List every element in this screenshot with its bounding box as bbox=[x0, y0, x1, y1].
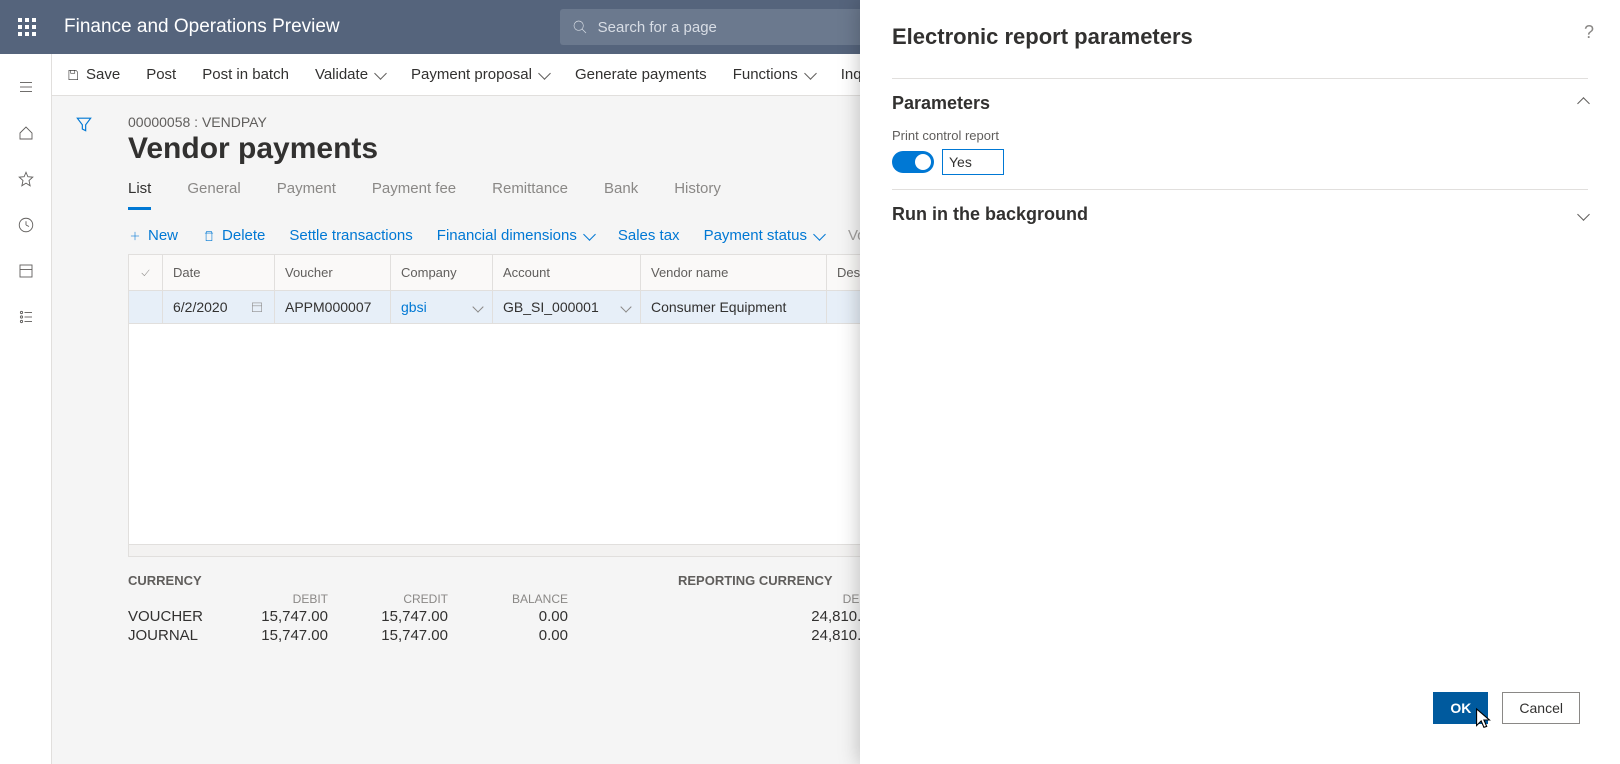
workspace-icon[interactable] bbox=[0, 248, 52, 294]
settle-button[interactable]: Settle transactions bbox=[289, 227, 412, 244]
select-all-checkbox[interactable] bbox=[129, 255, 163, 290]
chevron-down-icon bbox=[1577, 208, 1590, 221]
cell-account[interactable]: GB_SI_000001 bbox=[493, 291, 641, 323]
print-control-value[interactable] bbox=[942, 149, 1004, 175]
cancel-button[interactable]: Cancel bbox=[1502, 692, 1580, 724]
plus-icon bbox=[128, 229, 142, 243]
chevron-down-icon[interactable] bbox=[620, 301, 631, 312]
post-button[interactable]: Post bbox=[146, 66, 176, 83]
functions-button[interactable]: Functions bbox=[733, 66, 815, 83]
app-launcher-icon[interactable] bbox=[0, 0, 54, 54]
tab-history[interactable]: History bbox=[674, 180, 721, 210]
left-nav-rail bbox=[0, 54, 52, 764]
tab-list[interactable]: List bbox=[128, 180, 151, 210]
chevron-down-icon bbox=[374, 67, 387, 80]
calendar-icon[interactable] bbox=[250, 300, 264, 314]
cell-company[interactable]: gbsi bbox=[391, 291, 493, 323]
ok-button[interactable]: OK bbox=[1433, 692, 1488, 724]
app-title: Finance and Operations Preview bbox=[64, 16, 340, 38]
col-vendor-name[interactable]: Vendor name bbox=[641, 255, 827, 290]
generate-payments-button[interactable]: Generate payments bbox=[575, 66, 707, 83]
chevron-down-icon bbox=[583, 228, 596, 241]
dialog-panel: ? Electronic report parameters Parameter… bbox=[860, 0, 1620, 764]
home-icon[interactable] bbox=[0, 110, 52, 156]
col-voucher[interactable]: Voucher bbox=[275, 255, 391, 290]
menu-icon[interactable] bbox=[0, 64, 52, 110]
modules-icon[interactable] bbox=[0, 294, 52, 340]
dialog-title: Electronic report parameters bbox=[892, 24, 1588, 50]
section-run-background: Run in the background bbox=[892, 189, 1588, 239]
col-account[interactable]: Account bbox=[493, 255, 641, 290]
delete-button[interactable]: Delete bbox=[202, 227, 265, 244]
financial-dimensions-button[interactable]: Financial dimensions bbox=[437, 227, 594, 244]
payment-proposal-button[interactable]: Payment proposal bbox=[411, 66, 549, 83]
tab-remittance[interactable]: Remittance bbox=[492, 180, 568, 210]
tab-bank[interactable]: Bank bbox=[604, 180, 638, 210]
section-run-background-header[interactable]: Run in the background bbox=[892, 204, 1588, 225]
chevron-down-icon bbox=[804, 67, 817, 80]
filter-icon[interactable] bbox=[74, 114, 94, 137]
table-row[interactable]: 6/2/2020 APPM000007 gbsi GB_SI_000001 Co… bbox=[129, 291, 947, 324]
search-input[interactable]: Search for a page bbox=[560, 9, 880, 45]
chevron-up-icon bbox=[1577, 97, 1590, 110]
payment-status-button[interactable]: Payment status bbox=[704, 227, 824, 244]
tab-payment-fee[interactable]: Payment fee bbox=[372, 180, 456, 210]
chevron-down-icon bbox=[538, 67, 551, 80]
summary-row-journal: JOURNAL 15,747.00 15,747.00 0.00 bbox=[128, 627, 568, 644]
print-control-report-label: Print control report bbox=[892, 128, 1588, 143]
horizontal-scrollbar[interactable] bbox=[129, 544, 947, 556]
col-company[interactable]: Company bbox=[391, 255, 493, 290]
tab-payment[interactable]: Payment bbox=[277, 180, 336, 210]
save-icon bbox=[66, 68, 80, 82]
chevron-down-icon bbox=[813, 228, 826, 241]
chevron-down-icon[interactable] bbox=[472, 301, 483, 312]
summary-row-voucher: VOUCHER 15,747.00 15,747.00 0.00 bbox=[128, 608, 568, 625]
payments-grid: Date Voucher Company Account Vendor name… bbox=[128, 254, 948, 557]
post-batch-button[interactable]: Post in batch bbox=[202, 66, 289, 83]
cell-vendor-name[interactable]: Consumer Equipment bbox=[641, 291, 827, 323]
star-icon[interactable] bbox=[0, 156, 52, 202]
cell-voucher[interactable]: APPM000007 bbox=[275, 291, 391, 323]
col-date[interactable]: Date bbox=[163, 255, 275, 290]
recent-icon[interactable] bbox=[0, 202, 52, 248]
tab-general[interactable]: General bbox=[187, 180, 240, 210]
grid-header: Date Voucher Company Account Vendor name… bbox=[129, 255, 947, 291]
save-button[interactable]: Save bbox=[66, 66, 120, 83]
trash-icon bbox=[202, 229, 216, 243]
search-placeholder: Search for a page bbox=[598, 19, 717, 36]
section-parameters-header[interactable]: Parameters bbox=[892, 93, 1588, 114]
search-icon bbox=[572, 19, 588, 35]
help-icon[interactable]: ? bbox=[1584, 22, 1594, 43]
print-control-toggle[interactable] bbox=[892, 151, 934, 173]
section-parameters: Parameters Print control report bbox=[892, 78, 1588, 189]
sales-tax-button[interactable]: Sales tax bbox=[618, 227, 680, 244]
new-button[interactable]: New bbox=[128, 227, 178, 244]
cell-date[interactable]: 6/2/2020 bbox=[163, 291, 275, 323]
summary-currency-label: CURRENCY bbox=[128, 573, 568, 588]
validate-button[interactable]: Validate bbox=[315, 66, 385, 83]
